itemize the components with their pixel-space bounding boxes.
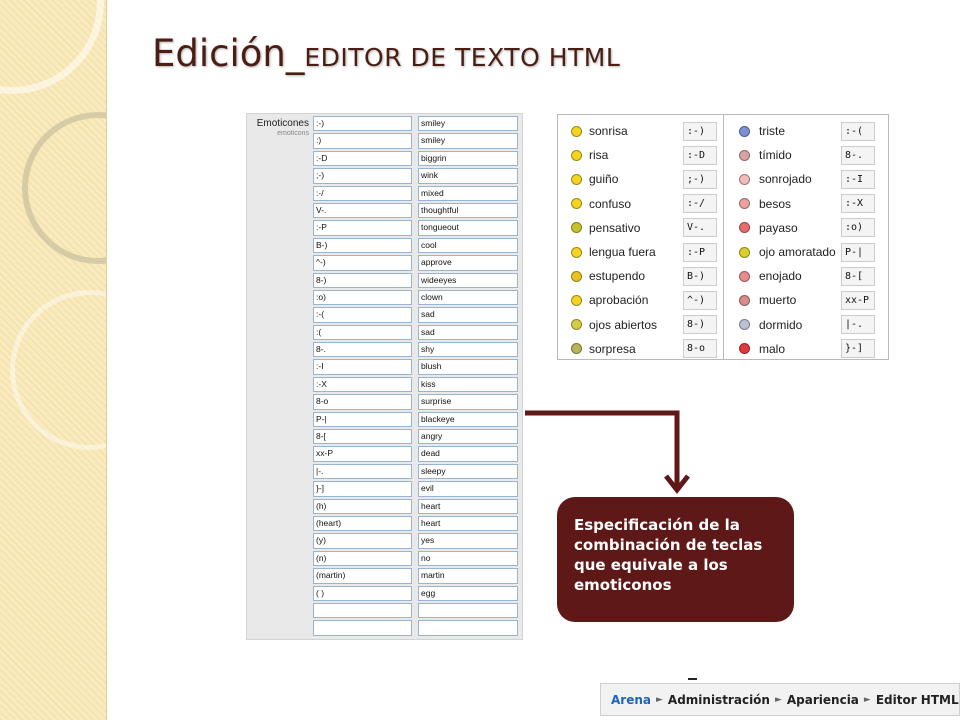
connector-arrow-line — [525, 410, 680, 487]
breadcrumb-item-administracion[interactable]: Administración — [668, 693, 770, 707]
chevron-right-icon: ► — [863, 694, 871, 705]
breadcrumb-item-editor-html: Editor HTML — [875, 692, 959, 707]
breadcrumb: Arena ► Administración ► Apariencia ► Ed… — [600, 683, 960, 716]
divider-mark — [688, 678, 697, 680]
chevron-right-icon: ► — [655, 694, 663, 705]
chevron-right-icon: ► — [774, 694, 782, 705]
breadcrumb-item-apariencia[interactable]: Apariencia — [787, 693, 859, 707]
callout-box: Especificación de la combinación de tecl… — [557, 497, 794, 622]
connector-arrow — [525, 410, 690, 495]
callout-text: Especificación de la combinación de tecl… — [574, 516, 763, 594]
breadcrumb-item-arena[interactable]: Arena — [611, 693, 651, 707]
